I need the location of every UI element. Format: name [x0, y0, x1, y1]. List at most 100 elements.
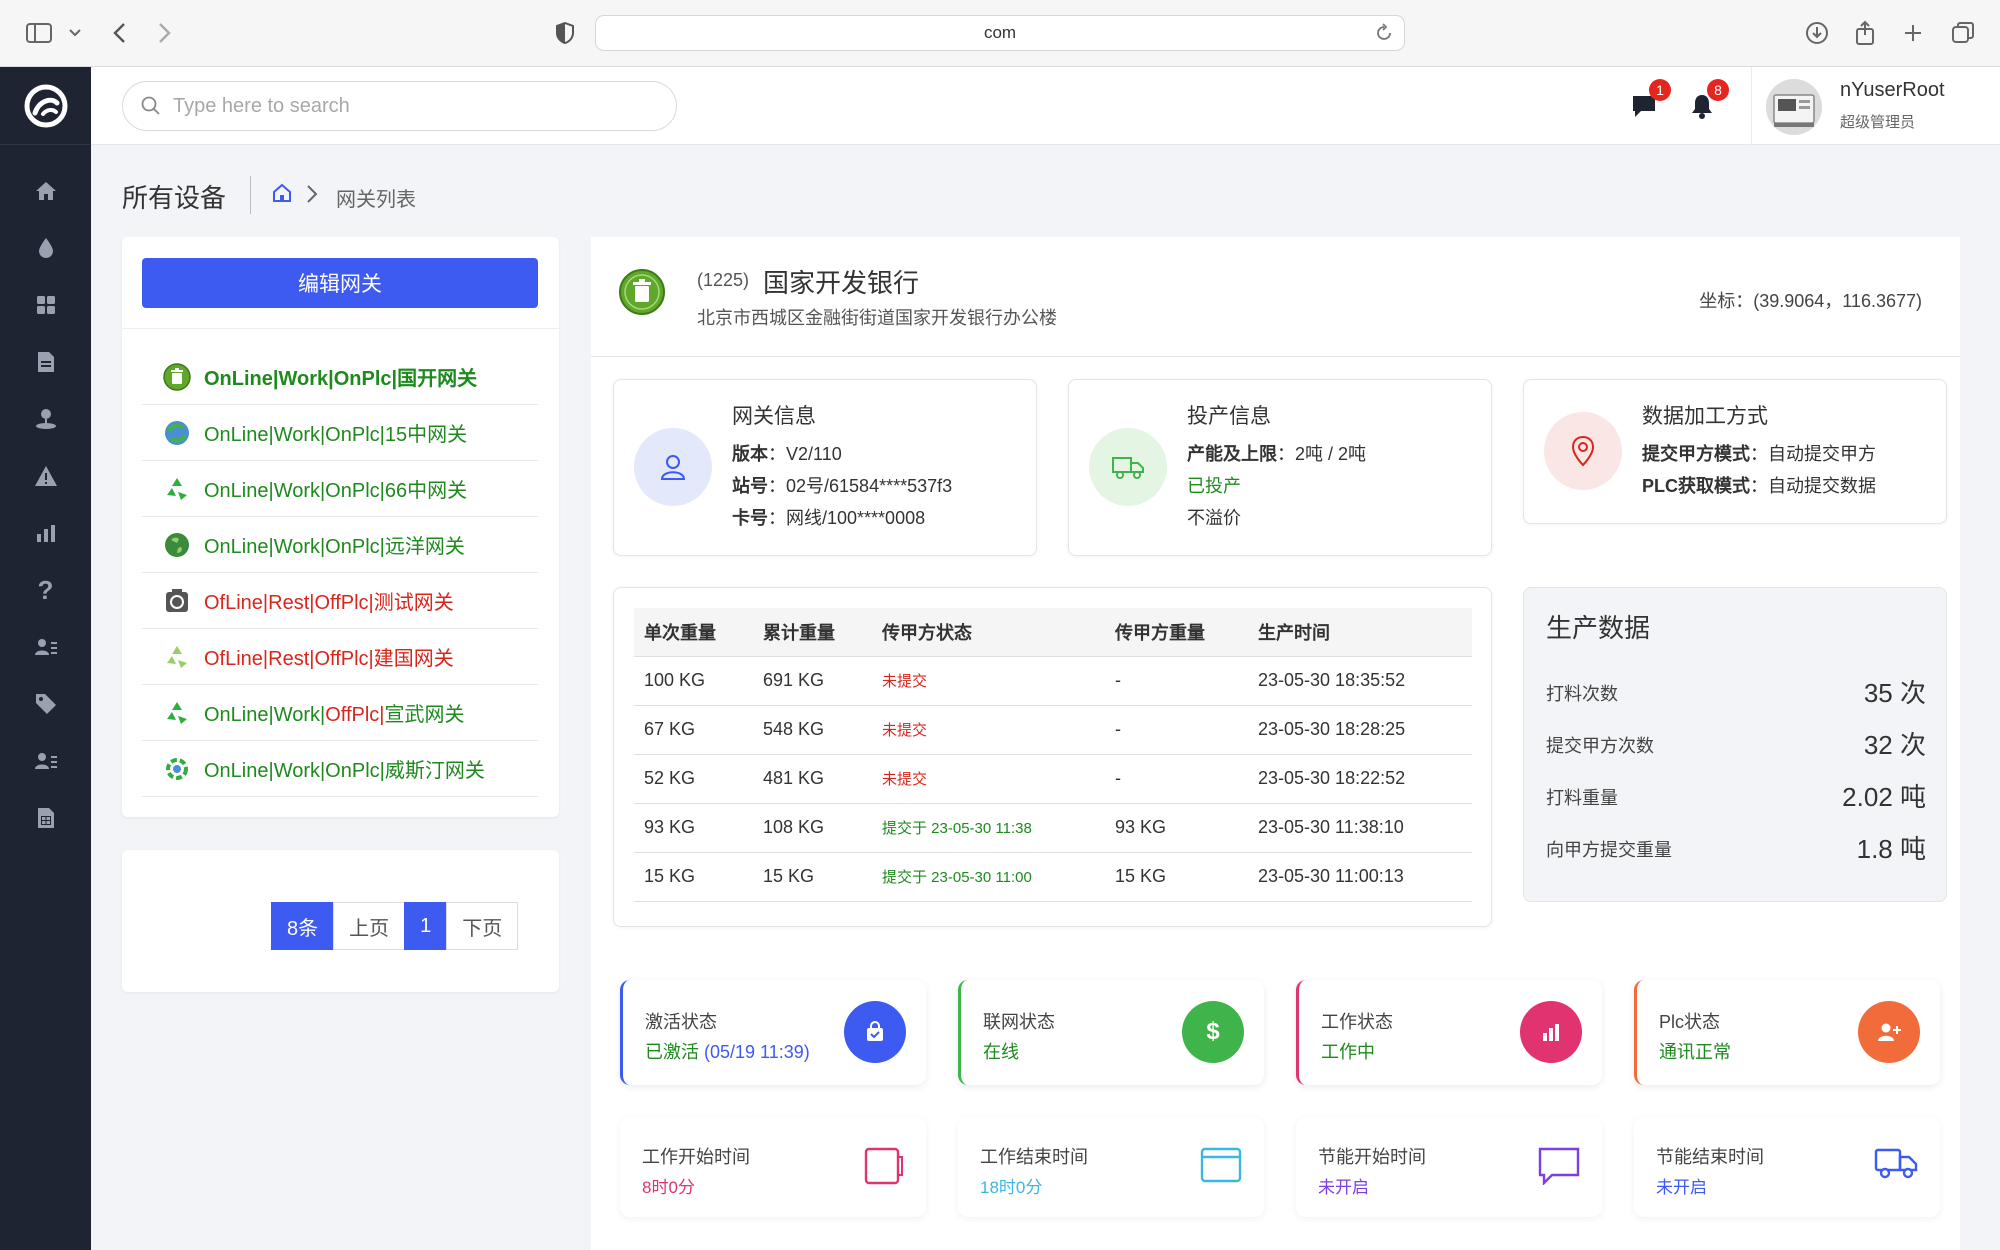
- truck-icon: [1089, 428, 1167, 506]
- user-list-icon-2[interactable]: [0, 741, 91, 781]
- add-user-icon: [1858, 1001, 1920, 1063]
- coordinates: 坐标：(39.9064，116.3677): [1699, 291, 1922, 311]
- gateway-info-title: 网关信息: [732, 405, 816, 428]
- next-page-button[interactable]: 下页: [446, 902, 519, 950]
- gateway-label: OnLine|Work|OffPlc|宣武网关: [204, 704, 465, 726]
- bank-address: 北京市西城区金融街街道国家开发银行办公楼: [697, 308, 1057, 328]
- app-logo[interactable]: [0, 67, 91, 145]
- tags-icon[interactable]: [0, 684, 91, 724]
- shield-icon[interactable]: [550, 18, 580, 48]
- warning-icon[interactable]: [0, 456, 91, 496]
- bank-name: 国家开发银行: [763, 268, 920, 298]
- search-input[interactable]: [173, 94, 653, 118]
- bell-icon[interactable]: 8: [1685, 79, 1729, 123]
- browser-chrome: com: [0, 0, 2000, 67]
- chevron-right-icon: [306, 184, 318, 209]
- gateway-label: OnLine|Work|OnPlc|15中网关: [204, 424, 468, 446]
- submitted-weight: -: [1105, 656, 1248, 706]
- plc-mode-line: PLC获取模式：自动提交数据: [1642, 476, 1876, 496]
- bar-chart-nav-icon[interactable]: [0, 513, 91, 553]
- user-name: nYuserRoot: [1840, 79, 1945, 101]
- url-bar[interactable]: com: [595, 15, 1405, 51]
- column-header: 传甲方状态: [872, 608, 1105, 657]
- home-icon[interactable]: [0, 171, 91, 211]
- share-icon[interactable]: [1850, 18, 1880, 48]
- breadcrumb-home-icon[interactable]: [272, 183, 292, 208]
- chevron-down-icon[interactable]: [60, 18, 90, 48]
- search-box[interactable]: [122, 81, 677, 131]
- gateway-item[interactable]: OfLine|Rest|OffPlc|建国网关: [142, 629, 538, 685]
- status-label: 工作状态: [1321, 1012, 1393, 1032]
- total-weight: 15 KG: [753, 852, 872, 902]
- status-label: Plc状态: [1659, 1012, 1721, 1032]
- production-info-card: 投产信息 产能及上限：2吨 / 2吨 已投产 不溢价: [1068, 379, 1492, 556]
- gateway-item[interactable]: OfLine|Rest|OffPlc|测试网关: [142, 573, 538, 629]
- water-drop-icon[interactable]: [0, 228, 91, 268]
- reload-icon[interactable]: [1374, 23, 1394, 48]
- breadcrumb-divider: [250, 176, 251, 214]
- work-status-card: 工作状态 工作中: [1296, 980, 1602, 1085]
- recycle-gear-icon: [162, 754, 192, 784]
- messages-icon[interactable]: 1: [1627, 79, 1671, 123]
- production-data-value: 32 次: [1863, 730, 1926, 760]
- pagination-card: 8条 上页 1 下页: [122, 850, 559, 992]
- avatar[interactable]: [1766, 79, 1822, 135]
- back-icon[interactable]: [104, 18, 134, 48]
- sidebar-toggle-icon[interactable]: [24, 18, 54, 48]
- submit-status: 未提交: [872, 705, 1105, 755]
- edit-gateway-button[interactable]: 编辑网关: [142, 258, 538, 308]
- document-icon[interactable]: [0, 342, 91, 382]
- gateway-item[interactable]: OnLine|Work|OffPlc|宣武网关: [142, 685, 538, 741]
- table-row: 93 KG 108 KG 提交于 23-05-30 11:38 93 KG 23…: [634, 803, 1472, 853]
- submit-status: 提交于 23-05-30 11:00: [872, 852, 1105, 902]
- table-header-row: 单次重量 累计重量 传甲方状态 传甲方重量 生产时间: [634, 608, 1472, 657]
- production-data-value: 1.8 吨: [1856, 834, 1926, 864]
- location-person-icon[interactable]: [0, 399, 91, 439]
- current-page-button[interactable]: 1: [404, 902, 448, 950]
- status-value: 工作中: [1321, 1042, 1375, 1062]
- production-time: 23-05-30 11:38:10: [1248, 803, 1472, 853]
- gateway-label: OnLine|Work|OnPlc|威斯汀网关: [204, 760, 485, 782]
- plc-status-card: Plc状态 通讯正常: [1634, 980, 1940, 1085]
- new-tab-icon[interactable]: [1898, 18, 1928, 48]
- work-end-card: 工作结束时间 18时0分: [958, 1117, 1264, 1217]
- recycle-bin-icon: [162, 586, 192, 616]
- time-label: 工作结束时间: [980, 1147, 1088, 1167]
- card-line: 卡号：网线/100****0008: [732, 508, 926, 528]
- spreadsheet-icon[interactable]: [0, 798, 91, 838]
- production-data-label: 打料次数: [1546, 684, 1618, 704]
- gateway-item[interactable]: OnLine|Work|OnPlc|国开网关: [142, 349, 538, 405]
- gateway-item[interactable]: OnLine|Work|OnPlc|远洋网关: [142, 517, 538, 573]
- production-data-row: 向甲方提交重量 1.8 吨: [1546, 826, 1926, 866]
- recycle-icon: [162, 474, 192, 504]
- download-icon[interactable]: [1802, 18, 1832, 48]
- gateway-item[interactable]: OnLine|Work|OnPlc|66中网关: [142, 461, 538, 517]
- gateway-detail-panel: (1225) 国家开发银行 北京市西城区金融街街道国家开发银行办公楼 坐标：(3…: [591, 237, 1960, 1250]
- table-row: 52 KG 481 KG 未提交 - 23-05-30 18:22:52: [634, 754, 1472, 804]
- help-icon[interactable]: ?: [0, 570, 91, 610]
- submitted-weight: 93 KG: [1105, 803, 1248, 853]
- version-line: 版本：V2/110: [732, 444, 842, 464]
- gateway-item[interactable]: OnLine|Work|OnPlc|15中网关: [142, 405, 538, 461]
- user-list-icon[interactable]: [0, 627, 91, 667]
- gateway-info-card: 网关信息 版本：V2/110 站号：02号/61584****537f3 卡号：…: [613, 379, 1037, 556]
- user-menu[interactable]: nYuserRoot 超级管理员: [1751, 67, 2000, 145]
- submitted-weight: 15 KG: [1105, 852, 1248, 902]
- user-icon: [634, 428, 712, 506]
- column-header: 生产时间: [1248, 608, 1472, 657]
- grid-icon[interactable]: [0, 285, 91, 325]
- tab-overview-icon[interactable]: [1948, 18, 1978, 48]
- production-time: 23-05-30 18:35:52: [1248, 656, 1472, 706]
- time-value: 未开启: [1656, 1178, 1707, 1197]
- gateway-label: OfLine|Rest|OffPlc|建国网关: [204, 648, 454, 670]
- production-data-card: 生产数据 打料次数 35 次 提交甲方次数 32 次 打料重量 2.02 吨 向…: [1523, 587, 1947, 902]
- prev-page-button[interactable]: 上页: [333, 902, 406, 950]
- gateway-label: OnLine|Work|OnPlc|国开网关: [204, 368, 478, 390]
- window-icon: [1200, 1147, 1242, 1188]
- processing-card: 数据加工方式 提交甲方模式：自动提交甲方 PLC获取模式：自动提交数据: [1523, 379, 1947, 524]
- production-data-label: 提交甲方次数: [1546, 736, 1654, 756]
- forward-icon[interactable]: [150, 18, 180, 48]
- total-weight: 548 KG: [753, 705, 872, 755]
- status-value: 通讯正常: [1659, 1042, 1731, 1062]
- gateway-item[interactable]: OnLine|Work|OnPlc|威斯汀网关: [142, 741, 538, 797]
